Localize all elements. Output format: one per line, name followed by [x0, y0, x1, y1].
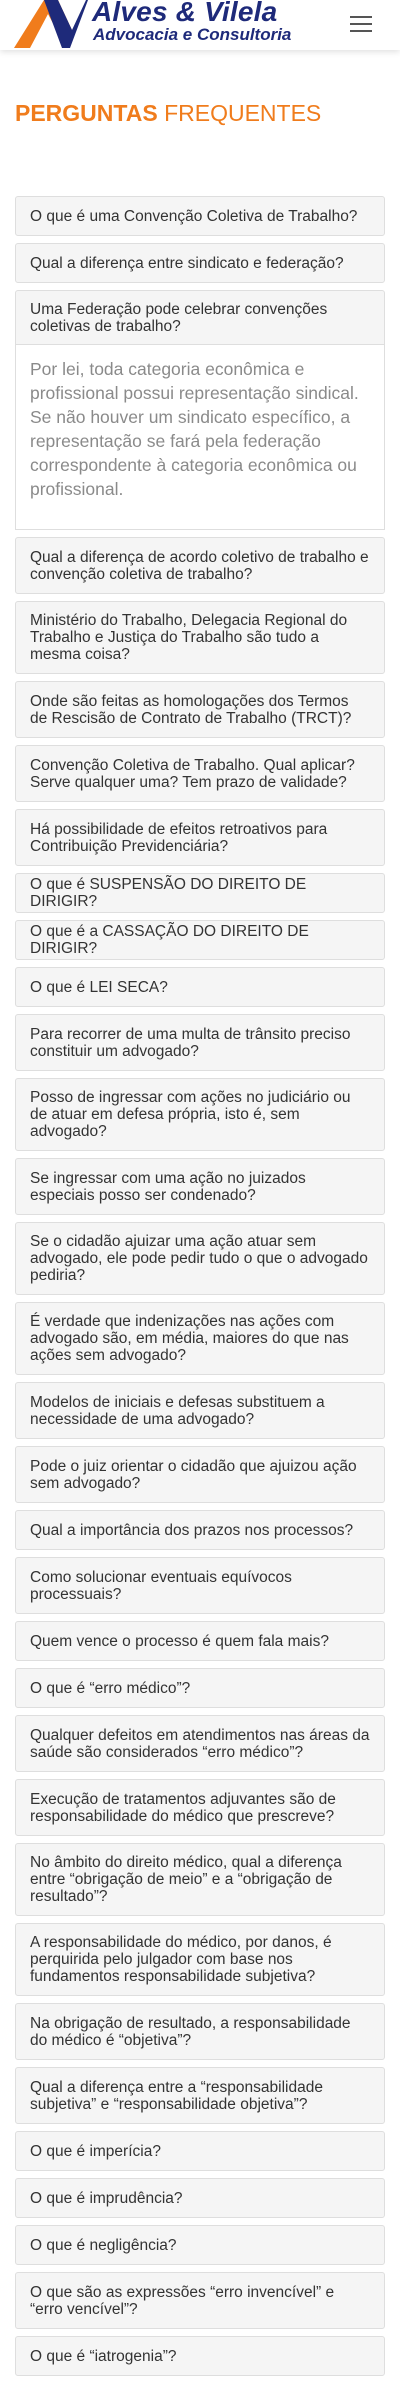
faq-question[interactable]: No âmbito do direito médico, qual a dife… [15, 1843, 385, 1916]
faq-question-text: No âmbito do direito médico, qual a dife… [30, 1854, 342, 1905]
faq-question-text: Na obrigação de resultado, a responsabil… [30, 2014, 351, 2049]
brand-logo-icon[interactable] [14, 0, 88, 48]
faq-question-text: Onde são feitas as homologações dos Term… [30, 692, 352, 727]
faq-question[interactable]: Qual a diferença entre sindicato e feder… [15, 243, 385, 283]
faq-question-text: O que são as expressões “erro invencível… [30, 2283, 335, 2318]
faq-question[interactable]: O que é SUSPENSÃO DO DIREITO DE DIRIGIR? [15, 873, 385, 913]
faq-question-text: Se o cidadão ajuizar uma ação atuar sem … [30, 1233, 368, 1284]
faq-question[interactable]: Qual a importância dos prazos nos proces… [15, 1510, 385, 1550]
faq-question-text: É verdade que indenizações nas ações com… [30, 1313, 349, 1364]
faq-question[interactable]: O que é LEI SECA? [15, 967, 385, 1007]
page-title: PERGUNTAS FREQUENTES [15, 100, 321, 127]
menu-bar [350, 23, 372, 25]
faq-question[interactable]: Onde são feitas as homologações dos Term… [15, 681, 385, 738]
faq-question-text: O que é imperícia? [30, 2142, 161, 2160]
faq-question-text: Qual a diferença entre a “responsabilida… [30, 2078, 323, 2113]
faq-question[interactable]: Modelos de iniciais e defesas substituem… [15, 1382, 385, 1439]
menu-bar [350, 16, 372, 18]
faq-question-text: Há possibilidade de efeitos retroativos … [30, 820, 328, 855]
faq-question-text: O que é a CASSAÇÃO DO DIREITO DE DIRIGIR… [30, 923, 309, 957]
faq-question[interactable]: O que é “iatrogenia”? [15, 2336, 385, 2376]
faq-question[interactable]: Se ingressar com uma ação no juizados es… [15, 1158, 385, 1215]
faq-question[interactable]: Ministério do Trabalho, Delegacia Region… [15, 601, 385, 674]
faq-question-text: Qual a diferença de acordo coletivo de t… [30, 548, 369, 583]
menu-bar [350, 30, 372, 32]
faq-question[interactable]: Quem vence o processo é quem fala mais? [15, 1621, 385, 1661]
faq-question-text: Uma Federação pode celebrar convenções c… [30, 300, 328, 335]
faq-question[interactable]: O que são as expressões “erro invencível… [15, 2272, 385, 2329]
faq-question-text: Execução de tratamentos adjuvantes são d… [30, 1790, 336, 1825]
faq-question[interactable]: Se o cidadão ajuizar uma ação atuar sem … [15, 1222, 385, 1295]
site-header: Alves & Vilela Advocacia e Consultoria [0, 0, 400, 50]
faq-question-text: Ministério do Trabalho, Delegacia Region… [30, 612, 348, 663]
faq-question-text: Qualquer defeitos em atendimentos nas ár… [30, 1726, 370, 1761]
faq-question[interactable]: Pode o juiz orientar o cidadão que ajuiz… [15, 1446, 385, 1503]
faq-question[interactable]: Há possibilidade de efeitos retroativos … [15, 809, 385, 866]
faq-question[interactable]: A responsabilidade do médico, por danos,… [15, 1923, 385, 1996]
faq-answer: Por lei, toda categoria econômica e prof… [15, 345, 385, 530]
faq-question[interactable]: Como solucionar eventuais equívocos proc… [15, 1557, 385, 1614]
page-title-light: FREQUENTES [164, 100, 322, 126]
faq-question-text: Posso de ingressar com ações no judiciár… [30, 1089, 351, 1140]
faq-question-text: Se ingressar com uma ação no juizados es… [30, 1169, 306, 1204]
brand-name[interactable]: Alves & Vilela [92, 0, 277, 26]
faq-question[interactable]: O que é negligência? [15, 2225, 385, 2265]
faq-answer-text: Por lei, toda categoria econômica e prof… [30, 359, 359, 499]
faq-question[interactable]: Para recorrer de uma multa de trânsito p… [15, 1014, 385, 1071]
faq-question-text: Modelos de iniciais e defesas substituem… [30, 1393, 325, 1428]
faq-question-text: O que é negligência? [30, 2236, 177, 2254]
faq-question-text: A responsabilidade do médico, por danos,… [30, 1934, 332, 1985]
faq-question[interactable]: Uma Federação pode celebrar convenções c… [15, 290, 385, 345]
faq-question-text: Como solucionar eventuais equívocos proc… [30, 1568, 292, 1603]
hamburger-menu-icon[interactable] [350, 16, 372, 34]
faq-question-text: Quem vence o processo é quem fala mais? [30, 1632, 329, 1650]
faq-question-text: O que é LEI SECA? [30, 978, 168, 996]
faq-question-text: O que é “erro médico”? [30, 1679, 191, 1697]
faq-question-text: Pode o juiz orientar o cidadão que ajuiz… [30, 1457, 357, 1492]
faq-question[interactable]: O que é “erro médico”? [15, 1668, 385, 1708]
faq-question[interactable]: Qualquer defeitos em atendimentos nas ár… [15, 1715, 385, 1772]
brand-subtitle: Advocacia e Consultoria [93, 25, 292, 44]
faq-question[interactable]: O que é uma Convenção Coletiva de Trabal… [15, 196, 385, 236]
faq-question-text: O que é “iatrogenia”? [30, 2347, 177, 2365]
faq-question[interactable]: Execução de tratamentos adjuvantes são d… [15, 1779, 385, 1836]
faq-question-text: O que é uma Convenção Coletiva de Trabal… [30, 207, 358, 225]
faq-question-text: O que é imprudência? [30, 2189, 183, 2207]
faq-question[interactable]: O que é a CASSAÇÃO DO DIREITO DE DIRIGIR… [15, 920, 385, 960]
faq-question[interactable]: Qual a diferença entre a “responsabilida… [15, 2067, 385, 2124]
faq-question-text: Para recorrer de uma multa de trânsito p… [30, 1025, 351, 1060]
faq-question[interactable]: O que é imprudência? [15, 2178, 385, 2218]
page-title-bold: PERGUNTAS [15, 100, 158, 126]
faq-question[interactable]: É verdade que indenizações nas ações com… [15, 1302, 385, 1375]
faq-question[interactable]: Qual a diferença de acordo coletivo de t… [15, 537, 385, 594]
faq-accordion: O que é uma Convenção Coletiva de Trabal… [15, 196, 385, 2383]
faq-question-text: Convenção Coletiva de Trabalho. Qual apl… [30, 756, 355, 791]
faq-question-text: Qual a diferença entre sindicato e feder… [30, 254, 344, 272]
faq-question[interactable]: Posso de ingressar com ações no judiciár… [15, 1078, 385, 1151]
faq-question-text: Qual a importância dos prazos nos proces… [30, 1521, 354, 1539]
faq-question[interactable]: Na obrigação de resultado, a responsabil… [15, 2003, 385, 2060]
faq-question[interactable]: O que é imperícia? [15, 2131, 385, 2171]
faq-question[interactable]: Convenção Coletiva de Trabalho. Qual apl… [15, 745, 385, 802]
faq-question-text: O que é SUSPENSÃO DO DIREITO DE DIRIGIR? [30, 876, 307, 910]
